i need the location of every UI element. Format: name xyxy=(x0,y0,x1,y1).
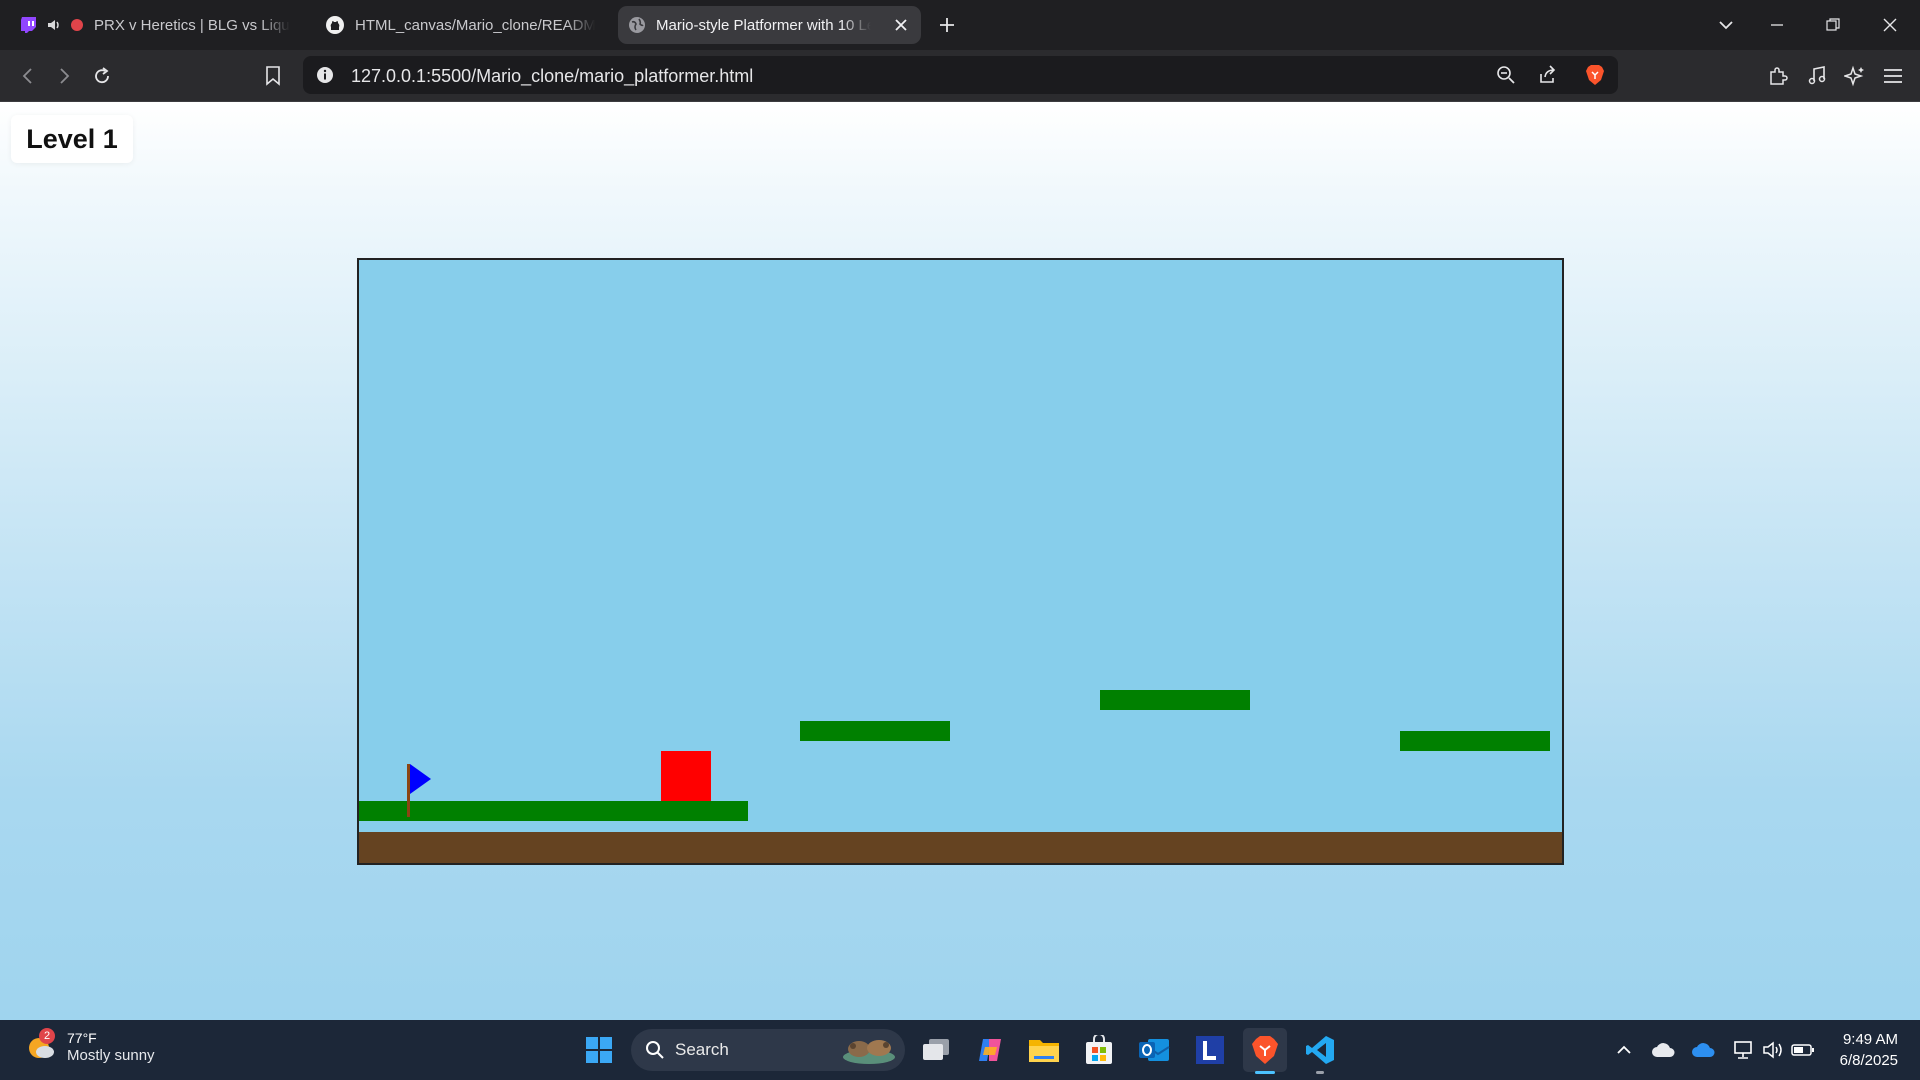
weather-desc: Mostly sunny xyxy=(67,1047,155,1064)
system-clock[interactable]: 9:49 AM 6/8/2025 xyxy=(1840,1029,1898,1071)
plus-icon[interactable] xyxy=(932,10,962,40)
platform xyxy=(800,721,950,741)
tab-title: HTML_canvas/Mario_clone/README.md xyxy=(355,16,595,34)
network-icon[interactable] xyxy=(1731,1038,1755,1062)
file-explorer-icon[interactable] xyxy=(1022,1028,1066,1072)
search-icon xyxy=(645,1040,665,1060)
ground xyxy=(359,832,1562,863)
github-icon xyxy=(325,15,345,35)
close-icon[interactable] xyxy=(1875,10,1905,40)
windows-start-icon[interactable] xyxy=(577,1028,621,1072)
back-icon[interactable] xyxy=(12,60,44,92)
outlook-icon[interactable] xyxy=(1132,1028,1176,1072)
media-icon[interactable] xyxy=(1801,60,1833,92)
volume-icon[interactable] xyxy=(1761,1038,1785,1062)
page-content: Level 1 xyxy=(0,102,1920,1020)
tab-twitch[interactable]: PRX v Heretics | BLG vs Liquid xyxy=(10,6,300,44)
vscode-icon[interactable] xyxy=(1298,1028,1342,1074)
platform xyxy=(1400,731,1550,751)
extensions-icon[interactable] xyxy=(1763,60,1795,92)
speaker-icon[interactable] xyxy=(46,17,62,33)
clock-date: 6/8/2025 xyxy=(1839,1052,1898,1069)
weather-sun-icon: 2 xyxy=(25,1028,57,1063)
minimize-icon[interactable] xyxy=(1762,10,1792,40)
l-app-icon[interactable] xyxy=(1188,1028,1232,1072)
open-app-indicator xyxy=(1316,1071,1324,1074)
microsoft-store-icon[interactable] xyxy=(1077,1028,1121,1072)
weather-temp: 77°F xyxy=(67,1030,97,1046)
tab-mario-platformer[interactable]: Mario-style Platformer with 10 Levels xyxy=(618,6,921,44)
twitch-icon xyxy=(20,16,38,34)
restore-icon[interactable] xyxy=(1818,10,1848,40)
address-bar[interactable]: 127.0.0.1:5500/Mario_clone/mario_platfor… xyxy=(303,56,1618,94)
tab-list-chevron-icon[interactable] xyxy=(1711,10,1741,40)
browser-toolbar: 127.0.0.1:5500/Mario_clone/mario_platfor… xyxy=(0,50,1920,102)
tab-github-readme[interactable]: HTML_canvas/Mario_clone/README.md xyxy=(315,6,605,44)
windows-taskbar: 2 77°F Mostly sunny Search 9:49 AM 6/8/2… xyxy=(0,1020,1920,1080)
search-highlight-icon xyxy=(841,1035,897,1065)
weather-widget[interactable]: 2 77°F Mostly sunny xyxy=(25,1028,155,1065)
task-view-icon[interactable] xyxy=(914,1028,958,1072)
taskbar-search[interactable]: Search xyxy=(631,1029,905,1071)
zoom-out-icon[interactable] xyxy=(1492,61,1520,89)
search-label: Search xyxy=(675,1040,729,1059)
globe-icon xyxy=(628,16,646,34)
url-text[interactable]: 127.0.0.1:5500/Mario_clone/mario_platfor… xyxy=(351,66,753,87)
clock-time: 9:49 AM xyxy=(1842,1031,1898,1048)
level-indicator: Level 1 xyxy=(11,115,133,163)
show-hidden-icons-chevron[interactable] xyxy=(1612,1038,1636,1062)
game-canvas[interactable] xyxy=(357,258,1564,865)
record-dot-icon xyxy=(70,18,84,32)
onedrive-blue-icon[interactable] xyxy=(1691,1038,1715,1062)
brave-browser-icon[interactable] xyxy=(1243,1028,1287,1074)
active-app-indicator xyxy=(1255,1071,1275,1074)
platform xyxy=(1100,690,1250,710)
leo-ai-icon[interactable] xyxy=(1839,60,1871,92)
checkpoint-flag xyxy=(407,764,432,817)
tab-title: Mario-style Platformer with 10 Levels xyxy=(656,16,871,34)
share-icon[interactable] xyxy=(1534,61,1562,89)
onedrive-cloud-icon[interactable] xyxy=(1651,1038,1675,1062)
browser-tab-bar: PRX v Heretics | BLG vs Liquid HTML_canv… xyxy=(0,0,1920,50)
copilot-icon[interactable] xyxy=(968,1028,1012,1072)
weather-badge: 2 xyxy=(39,1028,55,1044)
forward-icon[interactable] xyxy=(48,60,80,92)
close-tab-icon[interactable] xyxy=(891,15,911,35)
tab-title: PRX v Heretics | BLG vs Liquid xyxy=(94,16,290,34)
site-info-icon[interactable] xyxy=(311,61,339,89)
enemy-block xyxy=(661,751,711,801)
bookmark-icon[interactable] xyxy=(257,60,289,92)
reload-icon[interactable] xyxy=(86,60,118,92)
menu-icon[interactable] xyxy=(1877,60,1909,92)
brave-shield-icon[interactable] xyxy=(1581,61,1609,89)
battery-icon[interactable] xyxy=(1791,1038,1815,1062)
